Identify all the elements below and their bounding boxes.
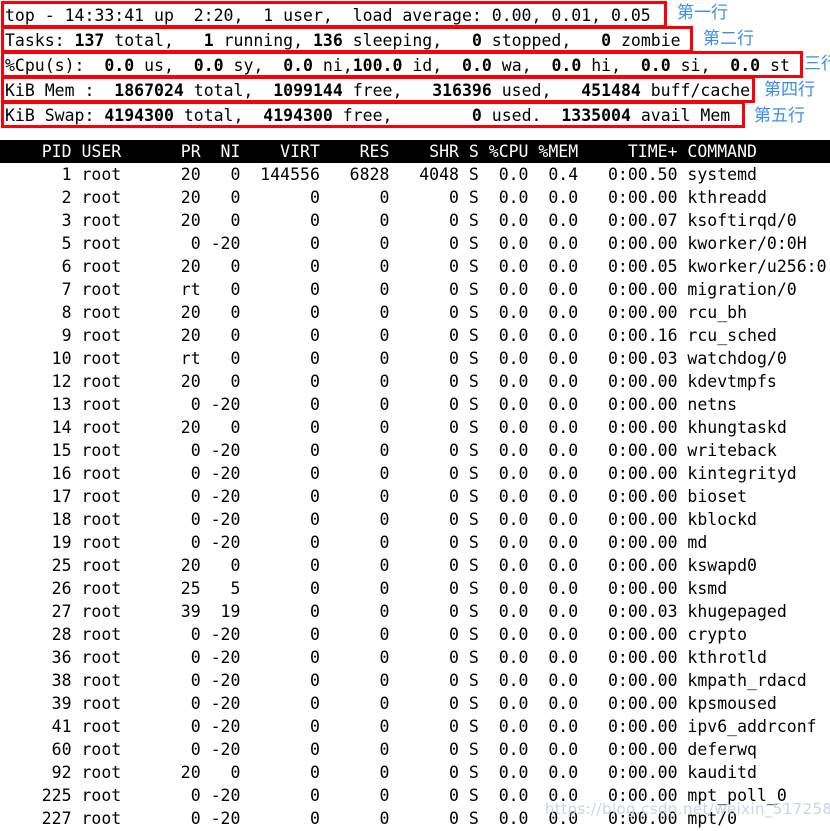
cpu-ni-label: ni, [313, 56, 353, 75]
summary-line-uptime-text: top - 14:33:41 up 2:20, 1 user, load ave… [5, 6, 651, 25]
annotation-label-line1: 第一行 [677, 3, 728, 23]
swap-free-value: 4194300 [263, 106, 333, 125]
table-row[interactable]: 15 root 0 -20 0 0 0 S 0.0 0.0 0:00.00 wr… [0, 439, 830, 462]
tasks-zombie-value: 0 [601, 31, 612, 50]
annotation-label-line2: 第二行 [703, 29, 754, 49]
cpu-wa-label: wa, [491, 56, 552, 75]
swap-free-label: free, [332, 106, 472, 125]
mem-prefix: KiB Mem : [5, 81, 115, 100]
swap-total-label: total, [173, 106, 264, 125]
table-row[interactable]: 38 root 0 -20 0 0 0 S 0.0 0.0 0:00.00 km… [0, 669, 830, 692]
summary-line-cpu: %Cpu(s): 0.0 us, 0.0 sy, 0.0 ni,100.0 id… [5, 54, 790, 77]
mem-total-label: total, [183, 81, 274, 100]
cpu-si-label: si, [670, 56, 731, 75]
cpu-us-value: 0.0 [104, 56, 135, 75]
cpu-hi-value: 0.0 [551, 56, 582, 75]
cpu-wa-value: 0.0 [462, 56, 492, 75]
cpu-hi-label: hi, [581, 56, 641, 75]
tasks-total-label: total, [104, 31, 204, 50]
table-row[interactable]: 18 root 0 -20 0 0 0 S 0.0 0.0 0:00.00 kb… [0, 508, 830, 531]
annotation-label-line3: 三行 [804, 54, 830, 74]
table-row[interactable]: 25 root 20 0 0 0 0 S 0.0 0.0 0:00.00 ksw… [0, 554, 830, 577]
top-summary-block: top - 14:33:41 up 2:20, 1 user, load ave… [0, 0, 830, 136]
process-table-body: 1 root 20 0 144556 6828 4048 S 0.0 0.4 0… [0, 163, 830, 830]
cpu-st-label: st [760, 56, 790, 75]
cpu-sy-label: sy, [223, 56, 284, 75]
table-row[interactable]: 41 root 0 -20 0 0 0 S 0.0 0.0 0:00.00 ip… [0, 715, 830, 738]
tasks-sleeping-label: sleeping, [342, 31, 472, 50]
swap-avail-value: 1335004 [561, 106, 631, 125]
table-row[interactable]: 16 root 0 -20 0 0 0 S 0.0 0.0 0:00.00 ki… [0, 462, 830, 485]
tasks-zombie-label: zombie [611, 31, 681, 50]
table-row[interactable]: 60 root 0 -20 0 0 0 S 0.0 0.0 0:00.00 de… [0, 738, 830, 761]
table-row[interactable]: 10 root rt 0 0 0 0 S 0.0 0.0 0:00.03 wat… [0, 347, 830, 370]
tasks-prefix: Tasks: [5, 31, 75, 50]
cpu-si-value: 0.0 [640, 56, 671, 75]
summary-line-swap: KiB Swap: 4194300 total, 4194300 free, 0… [5, 104, 730, 127]
table-row[interactable]: 1 root 20 0 144556 6828 4048 S 0.0 0.4 0… [0, 163, 830, 186]
tasks-running-value: 1 [203, 31, 214, 50]
process-table-header[interactable]: PID USER PR NI VIRT RES SHR S %CPU %MEM … [0, 140, 830, 163]
mem-buffcache-value: 451484 [581, 81, 641, 100]
swap-used-label: used. [481, 106, 562, 125]
cpu-st-value: 0.0 [730, 56, 761, 75]
table-row[interactable]: 17 root 0 -20 0 0 0 S 0.0 0.0 0:00.00 bi… [0, 485, 830, 508]
table-row[interactable]: 39 root 0 -20 0 0 0 S 0.0 0.0 0:00.00 kp… [0, 692, 830, 715]
tasks-running-label: running, [213, 31, 313, 50]
cpu-prefix: %Cpu(s): [5, 56, 105, 75]
tasks-sleeping-value: 136 [312, 31, 343, 50]
swap-used-value: 0 [471, 106, 482, 125]
table-row[interactable]: 14 root 20 0 0 0 0 S 0.0 0.0 0:00.00 khu… [0, 416, 830, 439]
table-row[interactable]: 12 root 20 0 0 0 0 S 0.0 0.0 0:00.00 kde… [0, 370, 830, 393]
tasks-stopped-value: 0 [471, 31, 482, 50]
table-row[interactable]: 7 root rt 0 0 0 0 S 0.0 0.0 0:00.00 migr… [0, 278, 830, 301]
process-table: PID USER PR NI VIRT RES SHR S %CPU %MEM … [0, 140, 830, 830]
mem-free-label: free, [342, 81, 433, 100]
table-row[interactable]: 19 root 0 -20 0 0 0 S 0.0 0.0 0:00.00 md [0, 531, 830, 554]
mem-free-value: 1099144 [273, 81, 343, 100]
table-row[interactable]: 5 root 0 -20 0 0 0 S 0.0 0.0 0:00.00 kwo… [0, 232, 830, 255]
tasks-total-value: 137 [74, 31, 105, 50]
table-row[interactable]: 92 root 20 0 0 0 0 S 0.0 0.0 0:00.00 kau… [0, 761, 830, 784]
swap-avail-label: avail Mem [630, 106, 731, 125]
mem-total-value: 1867024 [114, 81, 184, 100]
annotation-label-line4: 第四行 [764, 80, 815, 100]
mem-buffcache-label: buff/cache [640, 81, 751, 100]
swap-prefix: KiB Swap: [5, 106, 105, 125]
table-row[interactable]: 13 root 0 -20 0 0 0 S 0.0 0.0 0:00.00 ne… [0, 393, 830, 416]
swap-total-value: 4194300 [104, 106, 174, 125]
table-row[interactable]: 8 root 20 0 0 0 0 S 0.0 0.0 0:00.00 rcu_… [0, 301, 830, 324]
table-row[interactable]: 2 root 20 0 0 0 0 S 0.0 0.0 0:00.00 kthr… [0, 186, 830, 209]
summary-line-mem: KiB Mem : 1867024 total, 1099144 free, 3… [5, 79, 750, 102]
table-row[interactable]: 36 root 0 -20 0 0 0 S 0.0 0.0 0:00.00 kt… [0, 646, 830, 669]
cpu-ni-value: 0.0 [283, 56, 313, 75]
cpu-id-label: id, [402, 56, 463, 75]
tasks-stopped-label: stopped, [481, 31, 602, 50]
table-row[interactable]: 26 root 25 5 0 0 0 S 0.0 0.0 0:00.00 ksm… [0, 577, 830, 600]
table-row[interactable]: 3 root 20 0 0 0 0 S 0.0 0.0 0:00.07 ksof… [0, 209, 830, 232]
mem-used-value: 316396 [432, 81, 492, 100]
table-row[interactable]: 6 root 20 0 0 0 0 S 0.0 0.0 0:00.05 kwor… [0, 255, 830, 278]
cpu-sy-value: 0.0 [193, 56, 224, 75]
table-row[interactable]: 27 root 39 19 0 0 0 S 0.0 0.0 0:00.03 kh… [0, 600, 830, 623]
cpu-id-value: 100.0 [352, 56, 403, 75]
table-row[interactable]: 28 root 0 -20 0 0 0 S 0.0 0.0 0:00.00 cr… [0, 623, 830, 646]
cpu-us-label: us, [134, 56, 194, 75]
annotation-label-line5: 第五行 [754, 106, 805, 126]
table-row[interactable]: 9 root 20 0 0 0 0 S 0.0 0.0 0:00.16 rcu_… [0, 324, 830, 347]
summary-line-uptime: top - 14:33:41 up 2:20, 1 user, load ave… [5, 4, 651, 27]
watermark: https://blog.csdn.net/weixin_51725822 [545, 800, 830, 818]
summary-line-tasks: Tasks: 137 total, 1 running, 136 sleepin… [5, 29, 681, 52]
mem-used-label: used, [491, 81, 582, 100]
